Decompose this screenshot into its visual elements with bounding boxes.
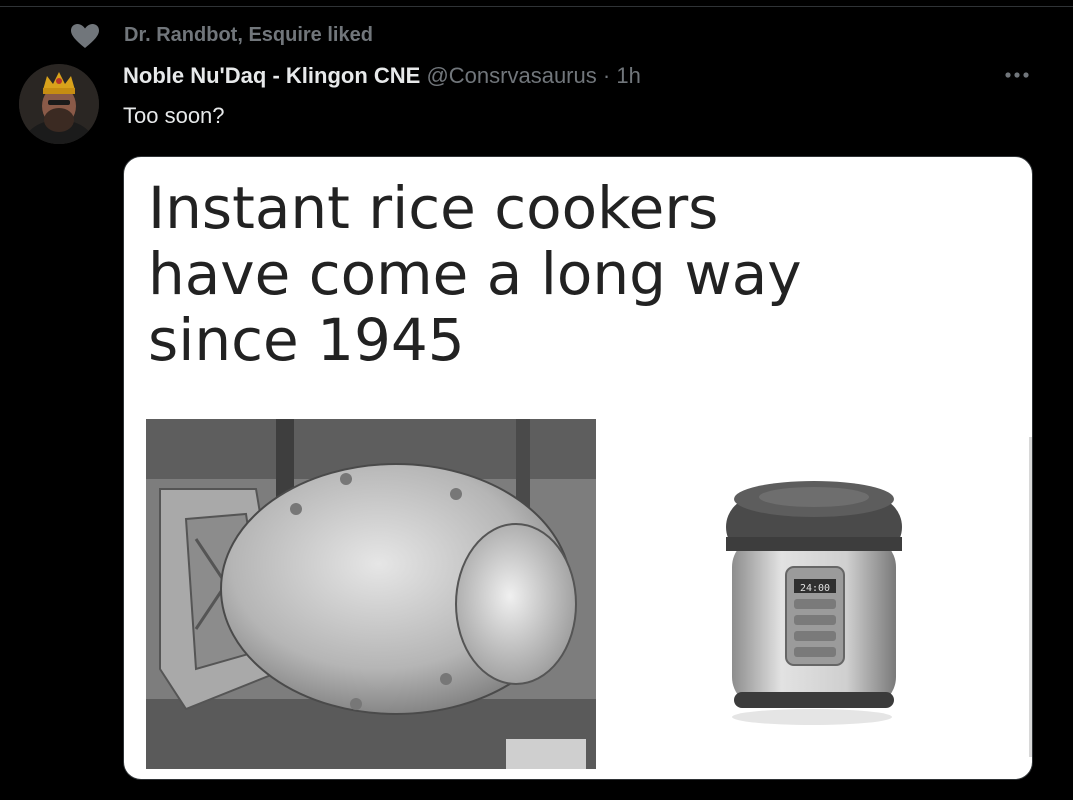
tweet-media[interactable]: Instant rice cookers have come a long wa… (123, 156, 1033, 780)
tweet-header: Noble Nu'Daq - Klingon CNE @Consrvasauru… (123, 62, 641, 90)
meme-caption: Instant rice cookers have come a long wa… (148, 175, 1008, 373)
avatar[interactable] (19, 64, 99, 144)
media-edge (1029, 437, 1032, 757)
tweet-text: Too soon? (123, 103, 225, 128)
social-context-text[interactable]: Dr. Randbot, Esquire liked (124, 24, 373, 47)
top-divider (0, 6, 1073, 7)
more-horizontal-icon[interactable] (1000, 62, 1034, 88)
social-context: Dr. Randbot, Esquire liked (70, 22, 373, 50)
cooker-display: 24:00 (800, 583, 830, 594)
caption-line: since 1945 (148, 306, 465, 374)
atomic-bomb-photo (146, 419, 596, 769)
caption-line: have come a long way (148, 240, 802, 308)
separator-dot: · (602, 63, 611, 88)
author-name[interactable]: Noble Nu'Daq - Klingon CNE (123, 63, 420, 88)
author-handle[interactable]: @Consrvasaurus (426, 63, 596, 88)
heart-icon (70, 23, 100, 49)
tweet-time[interactable]: 1h (616, 63, 640, 88)
rice-cooker-photo: 24:00 (704, 467, 924, 727)
caption-line: Instant rice cookers (148, 174, 719, 242)
